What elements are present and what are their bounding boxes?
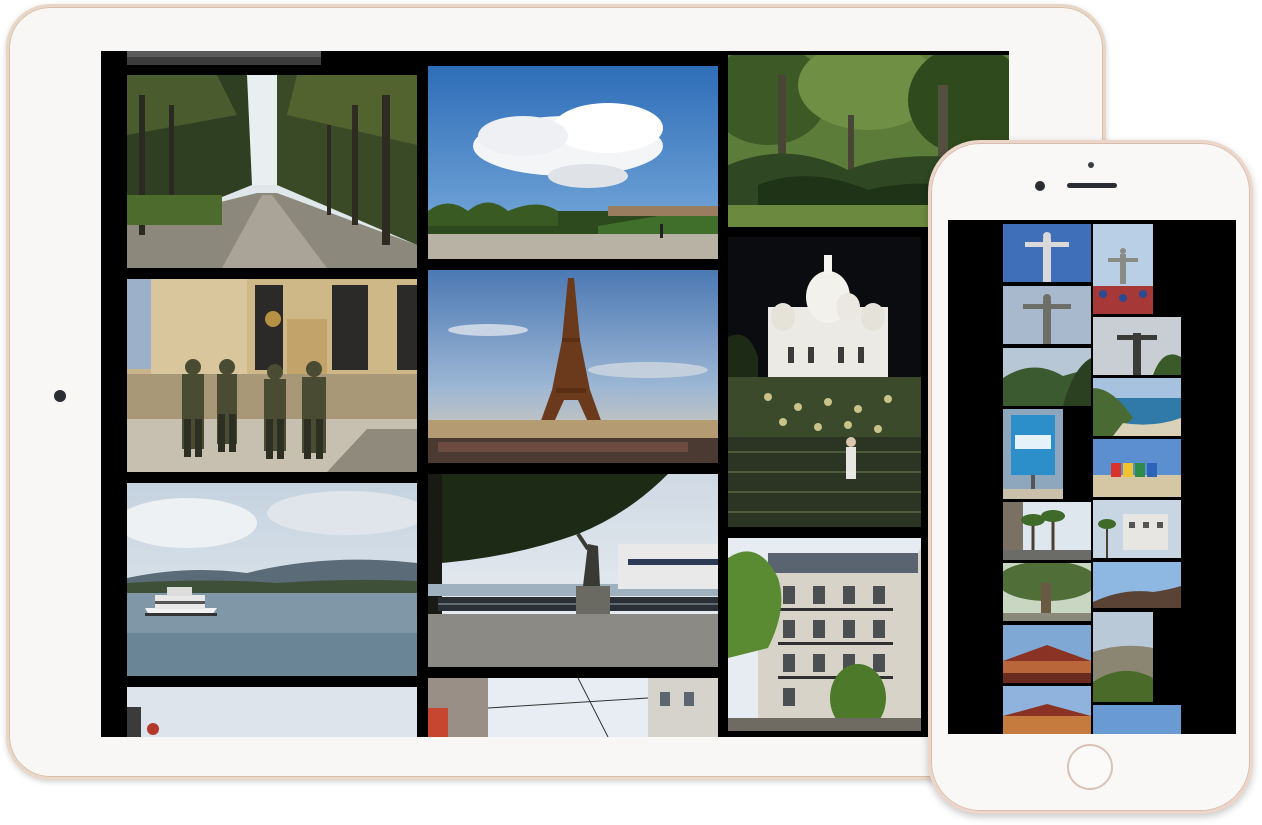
home-button[interactable] xyxy=(1067,744,1113,790)
photo-lake-boat[interactable] xyxy=(127,483,417,676)
photo-sacre-coeur-night[interactable] xyxy=(728,237,921,527)
photo-clouds-over-park[interactable] xyxy=(428,66,718,259)
photo-street-bottom-middle[interactable] xyxy=(428,678,718,737)
photo-christ-redeemer-crowd[interactable] xyxy=(1093,224,1153,314)
photo-shark-sign[interactable] xyxy=(1003,409,1063,499)
photo-sky-bottom-left[interactable] xyxy=(127,687,417,737)
phone-screen-photo-grid xyxy=(948,220,1236,734)
photo-temple-roof[interactable] xyxy=(1003,625,1091,683)
phone-device xyxy=(928,140,1253,814)
photo-beach-huts[interactable] xyxy=(1093,439,1181,497)
photo-tree-lined-path[interactable] xyxy=(127,75,417,268)
tablet-screen-photo-grid xyxy=(101,51,1009,737)
photo-lakeside-statue[interactable] xyxy=(428,474,718,667)
photo-haussmann-building[interactable] xyxy=(728,538,921,731)
photo-christ-redeemer-2[interactable] xyxy=(1003,286,1091,344)
photo-big-tree[interactable] xyxy=(1003,563,1091,621)
photo-christ-redeemer-3[interactable] xyxy=(1093,317,1181,375)
partial-photo-top[interactable] xyxy=(127,51,321,65)
photo-mountain-view[interactable] xyxy=(1003,348,1091,406)
photo-palm-street[interactable] xyxy=(1003,502,1091,560)
photo-christ-redeemer-1[interactable] xyxy=(1003,224,1091,282)
photo-temple-roof-2[interactable] xyxy=(1003,686,1091,734)
photo-sky-thumb[interactable] xyxy=(1093,705,1181,734)
photo-palm-building[interactable] xyxy=(1093,500,1181,558)
phone-sensor xyxy=(1088,162,1094,168)
phone-speaker xyxy=(1067,183,1117,188)
photo-eiffel-tower[interactable] xyxy=(428,270,718,463)
photo-rocky-hill[interactable] xyxy=(1093,562,1181,608)
tablet-front-camera xyxy=(54,390,66,402)
photo-city-hills[interactable] xyxy=(1093,612,1153,702)
photo-soldiers-trocadero[interactable] xyxy=(127,279,417,472)
photo-coastline[interactable] xyxy=(1093,378,1181,436)
phone-front-camera xyxy=(1035,181,1045,191)
